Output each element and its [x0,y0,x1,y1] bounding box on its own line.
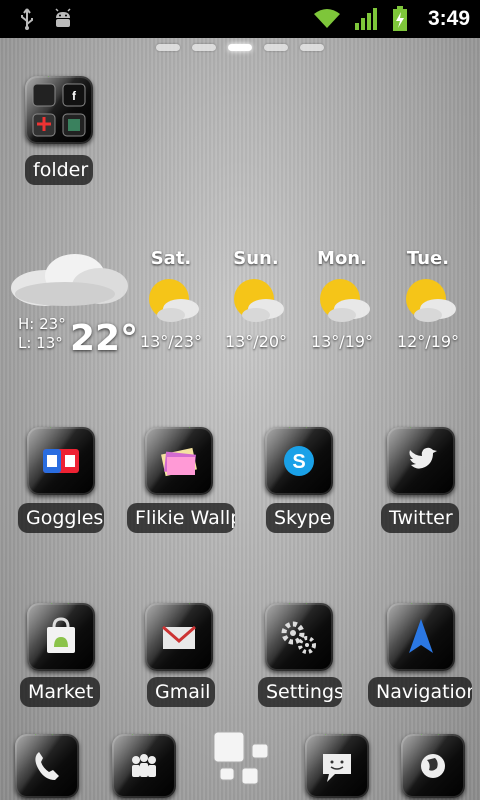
browser-globe-icon [421,754,445,778]
forecast-day: Mon. [317,248,367,269]
forecast-range: 13°/20° [224,332,288,351]
app-label[interactable]: Flikie Wallp [127,503,235,533]
app-gmail[interactable] [145,603,213,671]
flikie-icon [161,447,197,477]
app-label[interactable]: Skype [266,503,334,533]
folder-icon: f [32,83,86,137]
messaging-icon [323,754,351,782]
signal-icon [354,8,377,30]
partly-cloudy-icon [149,279,199,322]
forecast-day: Tue. [406,248,450,269]
phone-icon [35,752,59,780]
status-clock: 3:49 [427,7,470,30]
app-twitter[interactable] [387,427,455,495]
status-bar[interactable]: 3:49 [0,0,480,38]
app-flikie[interactable] [145,427,213,495]
skype-icon: S [284,446,314,476]
folder-icon-button[interactable]: f [25,76,93,144]
navigation-arrow-icon [409,619,433,653]
battery-charging-icon [392,6,407,31]
forecast-range: 12°/19° [396,332,460,351]
app-skype[interactable]: S [265,427,333,495]
app-label[interactable]: Goggles [18,503,104,533]
app-label[interactable]: Navigation [368,677,472,707]
forecast-range: 13°/23° [139,332,203,351]
app-label[interactable]: Market [20,677,100,707]
gmail-envelope-icon [162,625,196,649]
dock-bar [0,728,480,800]
pager-dot[interactable] [300,44,324,51]
android-debug-icon [55,8,71,27]
app-label[interactable]: Twitter [381,503,459,533]
app-market[interactable] [27,603,95,671]
app-goggles[interactable] [27,427,95,495]
partly-cloudy-icon [234,279,284,322]
dock-messaging[interactable] [305,734,369,798]
app-settings[interactable] [265,603,333,671]
forecast-day: Sun. [233,248,279,269]
forecast-day: Sat. [150,248,192,269]
app-label[interactable]: Gmail [147,677,215,707]
cloud-icon [11,254,128,306]
svg-text:S: S [292,451,305,473]
folder-label[interactable]: folder [25,155,93,185]
pager-dot[interactable] [192,44,216,51]
dock-browser[interactable] [401,734,465,798]
wifi-icon [313,9,340,28]
pager-dot[interactable] [156,44,180,51]
pager-dot-active[interactable] [228,44,252,51]
gears-icon [281,621,316,654]
dock-phone[interactable] [15,734,79,798]
forecast-range: 13°/19° [310,332,374,351]
weather-low: L: 13° [18,334,63,352]
weather-widget[interactable]: H: 23° L: 13° 22° Sat. Sun. Mon. Tue. 13… [0,240,480,360]
app-navigation[interactable] [387,603,455,671]
partly-cloudy-icon [406,279,456,322]
twitter-bird-icon [409,447,437,469]
dock-contacts[interactable] [112,734,176,798]
pager-dot[interactable] [264,44,288,51]
usb-icon [21,8,33,30]
market-bag-icon [47,617,75,653]
home-pager[interactable] [0,44,480,51]
contacts-icon [132,754,156,777]
app-label[interactable]: Settings [258,677,342,707]
goggles-icon [43,449,79,473]
partly-cloudy-icon [320,279,370,322]
app-drawer-icon[interactable] [208,728,272,792]
weather-high: H: 23° [18,315,66,333]
